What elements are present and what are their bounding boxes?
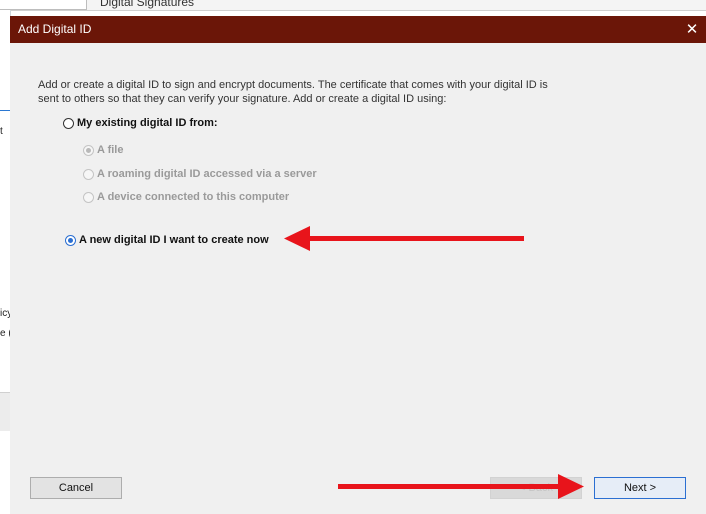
background-text-fragment: t: [0, 126, 3, 137]
next-button[interactable]: Next >: [594, 477, 686, 499]
screen: Digital Signatures t icy e ( ec Add Digi…: [0, 0, 706, 514]
background-title: Digital Signatures: [100, 0, 195, 9]
option-new-label: A new digital ID I want to create now: [79, 234, 269, 246]
close-button[interactable]: ✕: [678, 16, 706, 43]
radio-new-digital-id[interactable]: [65, 234, 76, 246]
option-existing-label: My existing digital ID from:: [77, 117, 218, 129]
option-file: A file: [83, 144, 124, 156]
dialog-title: Add Digital ID: [18, 22, 92, 36]
background-selection-line: [0, 110, 10, 111]
radio-file: [83, 144, 94, 156]
dialog-titlebar[interactable]: Add Digital ID ✕: [10, 16, 706, 43]
option-device-label: A device connected to this computer: [97, 191, 290, 203]
radio-roaming-digital-id: [83, 168, 94, 180]
option-file-label: A file: [97, 144, 124, 156]
option-roaming-label: A roaming digital ID accessed via a serv…: [97, 168, 317, 180]
option-new-digital-id[interactable]: A new digital ID I want to create now: [65, 234, 269, 246]
dialog-content: Add or create a digital ID to sign and e…: [10, 43, 706, 514]
option-existing-digital-id[interactable]: My existing digital ID from:: [63, 117, 218, 129]
dialog-description: Add or create a digital ID to sign and e…: [38, 79, 548, 105]
add-digital-id-dialog: Add Digital ID ✕ Add or create a digital…: [10, 16, 706, 514]
option-device: A device connected to this computer: [83, 191, 289, 203]
background-tab[interactable]: [0, 0, 87, 10]
close-icon: ✕: [685, 21, 699, 38]
option-roaming-digital-id: A roaming digital ID accessed via a serv…: [83, 168, 317, 180]
radio-device: [83, 191, 94, 203]
radio-existing-digital-id[interactable]: [63, 117, 74, 129]
background-toolbar: Digital Signatures: [0, 0, 706, 11]
cancel-button[interactable]: Cancel: [30, 477, 122, 499]
back-button: < Back: [490, 477, 582, 499]
background-panel-block: [0, 392, 10, 431]
